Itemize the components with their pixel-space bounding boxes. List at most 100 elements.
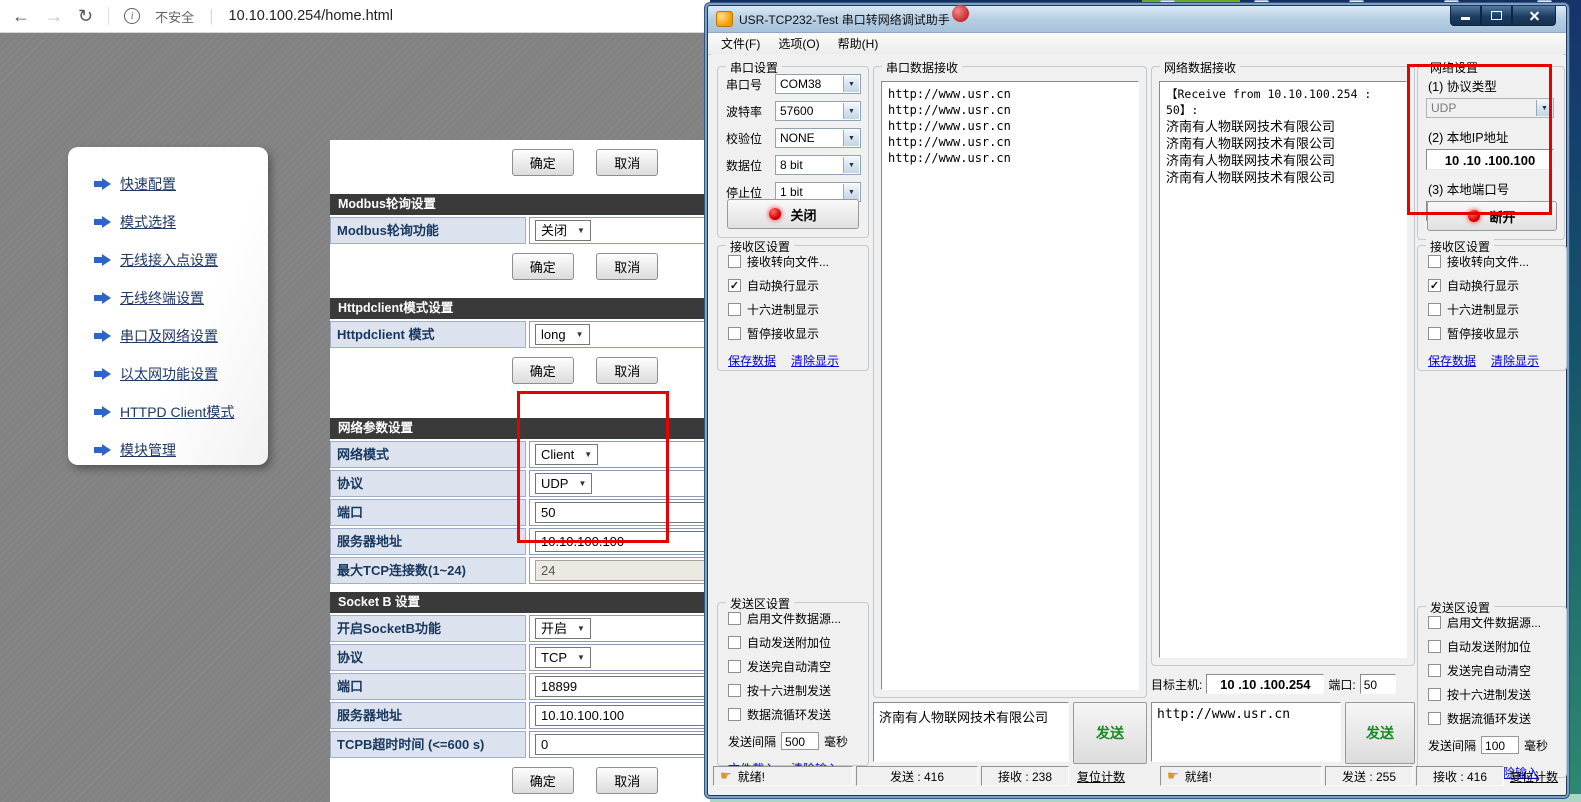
action-link[interactable]: 清除显示 xyxy=(791,352,839,369)
receive-line: http://www.usr.cn xyxy=(888,102,1132,118)
checkbox[interactable] xyxy=(728,660,741,673)
network-send-input[interactable]: http://www.usr.cn xyxy=(1151,702,1341,762)
checkbox[interactable] xyxy=(1428,279,1441,292)
field-control[interactable]: 10.10.100.100 xyxy=(535,531,707,552)
menu-entry[interactable]: 文件(F) xyxy=(712,33,769,54)
field-control[interactable]: 10.10.100.100 xyxy=(535,705,707,726)
chevron-down-icon[interactable]: ▼ xyxy=(843,103,859,119)
sidebar-menu-item[interactable]: HTTPD Client模式 xyxy=(68,393,268,431)
sidebar-menu-link[interactable]: HTTPD Client模式 xyxy=(120,402,234,422)
serial-send-button[interactable]: 发送 xyxy=(1073,702,1147,764)
serial-receive-area[interactable]: http://www.usr.cnhttp://www.usr.cnhttp:/… xyxy=(881,81,1139,690)
field-control[interactable]: 开启 xyxy=(535,618,591,639)
sidebar-menu-item[interactable]: 无线终端设置 xyxy=(68,279,268,317)
field-dropdown[interactable]: 8 bit ▼ xyxy=(775,155,861,175)
cancel-button[interactable]: 取消 xyxy=(596,149,658,176)
sidebar-menu-item[interactable]: 模式选择 xyxy=(68,203,268,241)
forward-icon[interactable]: → xyxy=(45,7,63,25)
field-control[interactable]: UDP xyxy=(535,473,592,494)
chevron-down-icon[interactable]: ▼ xyxy=(843,157,859,173)
sidebar-menu-link[interactable]: 串口及网络设置 xyxy=(120,326,218,346)
sidebar-menu-link[interactable]: 模式选择 xyxy=(120,212,176,232)
reset-count-link-left[interactable]: 复位计数 xyxy=(1072,766,1130,786)
chevron-down-icon[interactable]: ▼ xyxy=(843,130,859,146)
disconnect-button[interactable]: 断开 xyxy=(1427,201,1557,231)
checkbox[interactable] xyxy=(1428,327,1441,340)
checkbox[interactable] xyxy=(1428,255,1441,268)
checkbox[interactable] xyxy=(1428,664,1441,677)
target-host-input[interactable]: 10 .10 .100.254 xyxy=(1206,674,1324,694)
checkbox[interactable] xyxy=(728,303,741,316)
checkbox[interactable] xyxy=(1428,616,1441,629)
security-label[interactable]: 不安全 xyxy=(155,7,194,26)
sidebar-menu-link[interactable]: 无线终端设置 xyxy=(120,288,204,308)
checkbox[interactable] xyxy=(728,279,741,292)
checkbox[interactable] xyxy=(728,636,741,649)
close-button[interactable] xyxy=(1512,6,1556,26)
maximize-button[interactable] xyxy=(1481,6,1512,26)
field-control[interactable]: 0 xyxy=(535,734,707,755)
cancel-button[interactable]: 取消 xyxy=(596,767,658,794)
target-port-input[interactable]: 50 xyxy=(1360,674,1396,694)
sidebar-menu-link[interactable]: 无线接入点设置 xyxy=(120,250,218,270)
sidebar-menu-item[interactable]: 模块管理 xyxy=(68,431,268,469)
action-link[interactable]: 清除显示 xyxy=(1491,352,1539,369)
interval-input[interactable]: 100 xyxy=(1481,736,1519,754)
checkbox[interactable] xyxy=(1428,303,1441,316)
info-icon[interactable]: i xyxy=(124,8,140,24)
field-dropdown[interactable]: 57600 ▼ xyxy=(775,101,861,121)
checkbox[interactable] xyxy=(728,255,741,268)
local-ip-input[interactable]: 10 .10 .100.100 xyxy=(1426,149,1554,170)
field-control[interactable]: TCP xyxy=(535,647,591,668)
field-control[interactable]: long xyxy=(535,324,590,345)
protocol-dropdown[interactable]: UDP ▼ xyxy=(1426,98,1554,118)
close-port-button[interactable]: 关闭 xyxy=(727,199,859,229)
sidebar-menu-item[interactable]: 无线接入点设置 xyxy=(68,241,268,279)
recv-settings-group-left: 接收区设置 接收转向文件... 自动换行显示 十六进制显示 xyxy=(717,245,869,371)
reload-icon[interactable]: ↻ xyxy=(78,7,93,25)
sidebar-menu-item[interactable]: 快速配置 xyxy=(68,165,268,203)
action-link[interactable]: 保存数据 xyxy=(1428,352,1476,369)
checkbox[interactable] xyxy=(1428,712,1441,725)
interval-input[interactable]: 500 xyxy=(781,732,819,750)
field-control[interactable]: 50 xyxy=(535,502,707,523)
ok-button[interactable]: 确定 xyxy=(512,149,574,176)
reset-count-link-right[interactable]: 复位计数 xyxy=(1507,766,1561,786)
checkbox[interactable] xyxy=(728,684,741,697)
network-receive-area[interactable]: 【Receive from 10.10.100.254 : 50】: 济南有人物… xyxy=(1159,81,1407,658)
field-control[interactable]: 24 xyxy=(535,560,707,581)
dropdown-value: 57600 xyxy=(780,104,813,118)
title-bar[interactable]: USR-TCP232-Test 串口转网络调试助手 xyxy=(708,6,1566,33)
cancel-button[interactable]: 取消 xyxy=(596,253,658,280)
network-send-button[interactable]: 发送 xyxy=(1345,702,1415,764)
checkbox[interactable] xyxy=(728,327,741,340)
field-control[interactable]: 关闭 xyxy=(535,220,591,241)
field-control[interactable]: Client xyxy=(535,444,598,465)
chevron-down-icon[interactable]: ▼ xyxy=(843,76,859,92)
address-bar[interactable]: 10.10.100.254/home.html xyxy=(229,8,393,24)
checkbox[interactable] xyxy=(1428,688,1441,701)
minimize-button[interactable] xyxy=(1450,6,1481,26)
table-row: 服务器地址 10.10.100.100 xyxy=(330,702,710,729)
ok-button[interactable]: 确定 xyxy=(512,253,574,280)
checkbox[interactable] xyxy=(728,612,741,625)
checkbox[interactable] xyxy=(1428,640,1441,653)
checkbox[interactable] xyxy=(728,708,741,721)
ok-button[interactable]: 确定 xyxy=(512,357,574,384)
sidebar-menu-item[interactable]: 串口及网络设置 xyxy=(68,317,268,355)
sidebar-menu-link[interactable]: 以太网功能设置 xyxy=(120,364,218,384)
field-control[interactable]: 18899 xyxy=(535,676,707,697)
ok-button[interactable]: 确定 xyxy=(512,767,574,794)
sidebar-menu-link[interactable]: 快速配置 xyxy=(120,174,176,194)
sidebar-menu-link[interactable]: 模块管理 xyxy=(120,440,176,460)
sidebar-menu-item[interactable]: 以太网功能设置 xyxy=(68,355,268,393)
menu-entry[interactable]: 帮助(H) xyxy=(829,33,888,54)
field-dropdown[interactable]: NONE ▼ xyxy=(775,128,861,148)
action-link[interactable]: 保存数据 xyxy=(728,352,776,369)
chevron-down-icon[interactable]: ▼ xyxy=(843,184,859,200)
field-dropdown[interactable]: COM38 ▼ xyxy=(775,74,861,94)
back-icon[interactable]: ← xyxy=(12,7,30,25)
menu-entry[interactable]: 选项(O) xyxy=(769,33,828,54)
cancel-button[interactable]: 取消 xyxy=(596,357,658,384)
serial-send-input[interactable]: 济南有人物联网技术有限公司 xyxy=(873,702,1069,762)
